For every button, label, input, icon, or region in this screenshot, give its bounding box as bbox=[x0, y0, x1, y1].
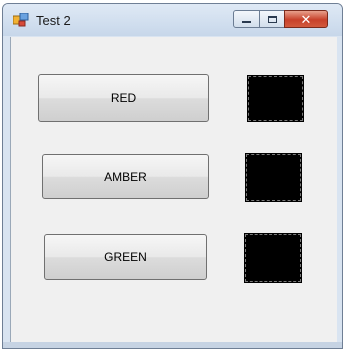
amber-lamp-panel bbox=[245, 153, 302, 202]
title-bar[interactable]: Test 2 ✕ bbox=[3, 4, 342, 36]
window-bottom-border bbox=[3, 342, 342, 348]
minimize-icon bbox=[242, 21, 251, 23]
red-button[interactable]: RED bbox=[38, 74, 209, 122]
form-client-area: RED AMBER GREEN bbox=[10, 37, 337, 343]
green-lamp-panel bbox=[244, 233, 302, 283]
green-button[interactable]: GREEN bbox=[44, 234, 207, 280]
maximize-icon bbox=[267, 15, 277, 23]
window-app-icon bbox=[13, 13, 29, 27]
close-icon: ✕ bbox=[300, 11, 312, 27]
window-title: Test 2 bbox=[36, 13, 71, 28]
main-window: Test 2 ✕ RED AMBER GREEN bbox=[2, 3, 343, 349]
amber-button[interactable]: AMBER bbox=[42, 154, 209, 199]
minimize-button[interactable] bbox=[233, 10, 260, 28]
red-lamp-panel bbox=[247, 75, 304, 122]
close-button[interactable]: ✕ bbox=[284, 10, 328, 28]
maximize-button[interactable] bbox=[259, 10, 285, 28]
